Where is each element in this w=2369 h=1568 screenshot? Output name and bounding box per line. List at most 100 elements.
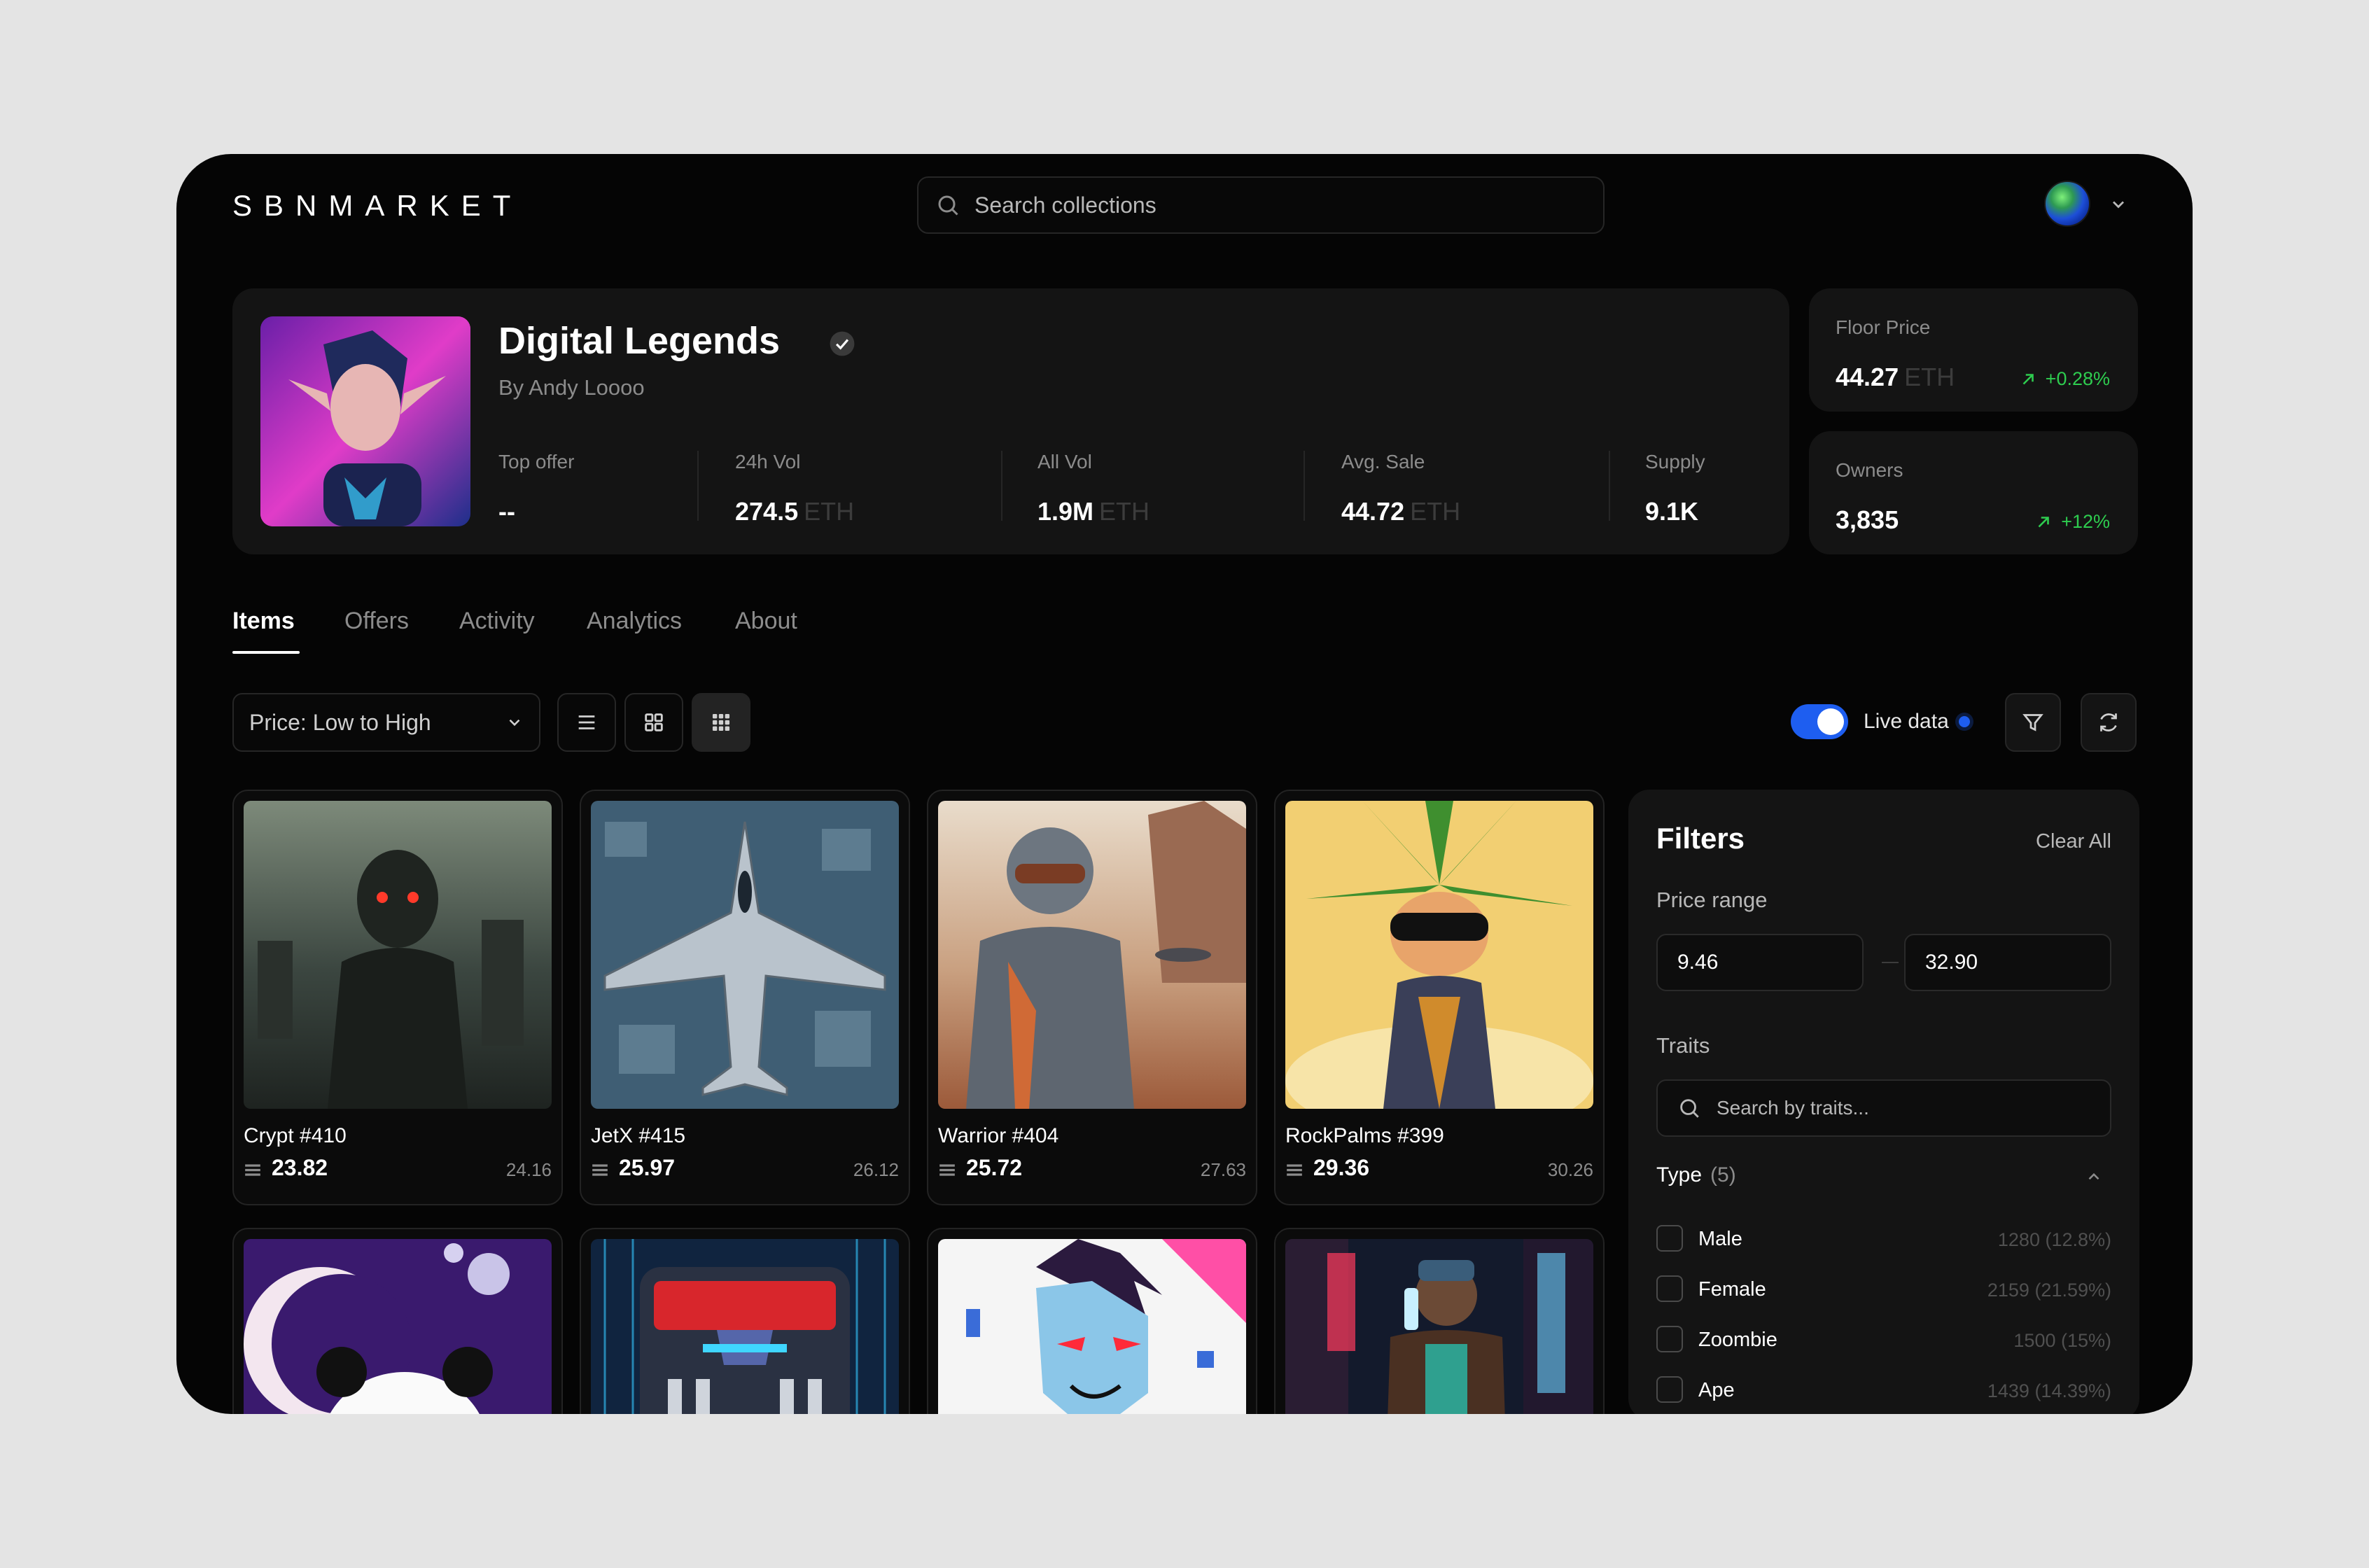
item-card[interactable]: [1274, 1228, 1605, 1414]
traits-label: Traits: [1656, 1033, 1710, 1058]
filter-icon: [2022, 714, 2043, 732]
refresh-icon: [2100, 713, 2117, 732]
active-tab-indicator: [232, 651, 300, 654]
app-window: SBNMARKET Search collections Digital Leg…: [176, 154, 2193, 1414]
item-image: [1285, 801, 1593, 1109]
item-image: [938, 801, 1246, 1109]
item-image: [591, 1239, 899, 1414]
tab-offers[interactable]: Offers: [344, 608, 409, 635]
item-card[interactable]: [232, 1228, 563, 1414]
stat-supply: Supply 9.1K: [1645, 451, 1705, 526]
trend-up-icon: [2022, 373, 2034, 384]
range-separator: [1882, 962, 1899, 963]
item-image: [591, 801, 899, 1109]
chevron-down-icon[interactable]: [2109, 195, 2128, 214]
tab-about[interactable]: About: [735, 608, 797, 635]
filters-panel: Filters Clear All Price range 9.46 32.90…: [1628, 790, 2139, 1414]
filter-button[interactable]: [2005, 693, 2061, 752]
item-price: 23.82: [272, 1155, 328, 1180]
item-last-sale: 26.12: [853, 1159, 899, 1180]
price-max-input[interactable]: 32.90: [1904, 934, 2111, 991]
verified-badge-icon: [830, 331, 855, 356]
grid-view-button[interactable]: [624, 693, 683, 752]
item-card[interactable]: RockPalms #399 29.36 30.26: [1274, 790, 1605, 1205]
stat-all-vol: All Vol 1.9M ETH: [1037, 451, 1150, 526]
eth-icon: [245, 1164, 260, 1176]
list-icon: [578, 715, 595, 729]
collection-header: Digital Legends By Andy Loooo Top offer …: [232, 288, 1789, 554]
collection-creator[interactable]: By Andy Loooo: [498, 375, 645, 400]
item-price: 25.97: [619, 1155, 676, 1180]
brand-logo[interactable]: SBNMARKET: [232, 189, 522, 223]
eth-icon: [592, 1164, 608, 1176]
chevron-up-icon[interactable]: [2085, 1168, 2103, 1186]
search-icon: [1680, 1099, 1699, 1118]
checkbox[interactable]: [1656, 1225, 1683, 1252]
item-last-sale: 27.63: [1200, 1159, 1246, 1180]
price-range-label: Price range: [1656, 888, 1768, 912]
eth-icon: [939, 1164, 955, 1176]
floor-price-card: Floor Price 44.27 ETH +0.28%: [1809, 288, 2138, 412]
item-image: [244, 801, 552, 1109]
tab-items[interactable]: Items: [232, 608, 295, 635]
collection-title: Digital Legends: [498, 320, 781, 362]
traits-search-input[interactable]: Search by traits...: [1656, 1079, 2111, 1137]
item-image: [938, 1239, 1246, 1414]
live-data-toggle[interactable]: [1791, 704, 1848, 739]
live-indicator-dot: [1959, 716, 1970, 727]
stat-top-offer: Top offer --: [498, 451, 575, 526]
clear-all-button[interactable]: Clear All: [2036, 830, 2111, 853]
eth-icon: [1287, 1164, 1302, 1176]
dense-grid-icon: [712, 713, 730, 732]
checkbox[interactable]: [1656, 1275, 1683, 1302]
item-price: 25.72: [966, 1155, 1023, 1180]
item-name: Crypt #410: [244, 1124, 347, 1147]
item-card[interactable]: Crypt #410 23.82 24.16: [232, 790, 563, 1205]
dense-grid-view-button[interactable]: [692, 693, 750, 752]
owners-change: +12%: [2034, 511, 2110, 533]
item-last-sale: 24.16: [505, 1159, 552, 1180]
price-min-input[interactable]: 9.46: [1656, 934, 1864, 991]
trait-type-header[interactable]: Type (5): [1656, 1163, 1736, 1187]
trait-option-male[interactable]: Male 1280 (12.8%): [1656, 1224, 2111, 1254]
trait-option-ape[interactable]: Ape 1439 (14.39%): [1656, 1375, 2111, 1406]
item-card[interactable]: [927, 1228, 1257, 1414]
stat-divider: [697, 451, 699, 521]
tab-analytics[interactable]: Analytics: [587, 608, 682, 635]
grid-icon: [645, 713, 663, 732]
user-avatar[interactable]: [2044, 181, 2090, 227]
item-card[interactable]: [580, 1228, 910, 1414]
search-icon: [938, 195, 958, 216]
checkbox[interactable]: [1656, 1326, 1683, 1352]
sort-select[interactable]: Price: Low to High: [232, 693, 540, 752]
toggle-knob: [1817, 708, 1844, 735]
stat-divider: [1304, 451, 1305, 521]
tab-activity[interactable]: Activity: [459, 608, 535, 635]
collection-artwork: [260, 316, 470, 526]
stat-avg-sale: Avg. Sale 44.72 ETH: [1341, 451, 1461, 526]
list-view-button[interactable]: [557, 693, 616, 752]
collection-avatar: [260, 316, 470, 526]
stat-24h-vol: 24h Vol 274.5 ETH: [735, 451, 855, 526]
chevron-down-icon: [509, 719, 520, 727]
search-placeholder: Search collections: [974, 192, 1156, 218]
trend-up-icon: [2038, 516, 2049, 527]
checkbox[interactable]: [1656, 1376, 1683, 1403]
item-card[interactable]: Warrior #404 25.72 27.63: [927, 790, 1257, 1205]
item-last-sale: 30.26: [1547, 1159, 1593, 1180]
trait-option-female[interactable]: Female 2159 (21.59%): [1656, 1274, 2111, 1305]
filters-title: Filters: [1656, 822, 1745, 855]
item-price: 29.36: [1313, 1155, 1370, 1180]
collection-search[interactable]: Search collections: [917, 176, 1605, 234]
item-image: [1285, 1239, 1593, 1414]
item-name: Warrior #404: [938, 1124, 1059, 1147]
trait-option-zoombie[interactable]: Zoombie 1500 (15%): [1656, 1324, 2111, 1355]
item-name: JetX #415: [591, 1124, 686, 1147]
owners-card: Owners 3,835 +12%: [1809, 431, 2138, 554]
item-card[interactable]: JetX #415 25.97 26.12: [580, 790, 910, 1205]
item-image: [244, 1239, 552, 1414]
floor-change: +0.28%: [2019, 368, 2110, 390]
refresh-button[interactable]: [2081, 693, 2137, 752]
live-data-label: Live data: [1864, 710, 1949, 733]
item-name: RockPalms #399: [1285, 1124, 1444, 1147]
